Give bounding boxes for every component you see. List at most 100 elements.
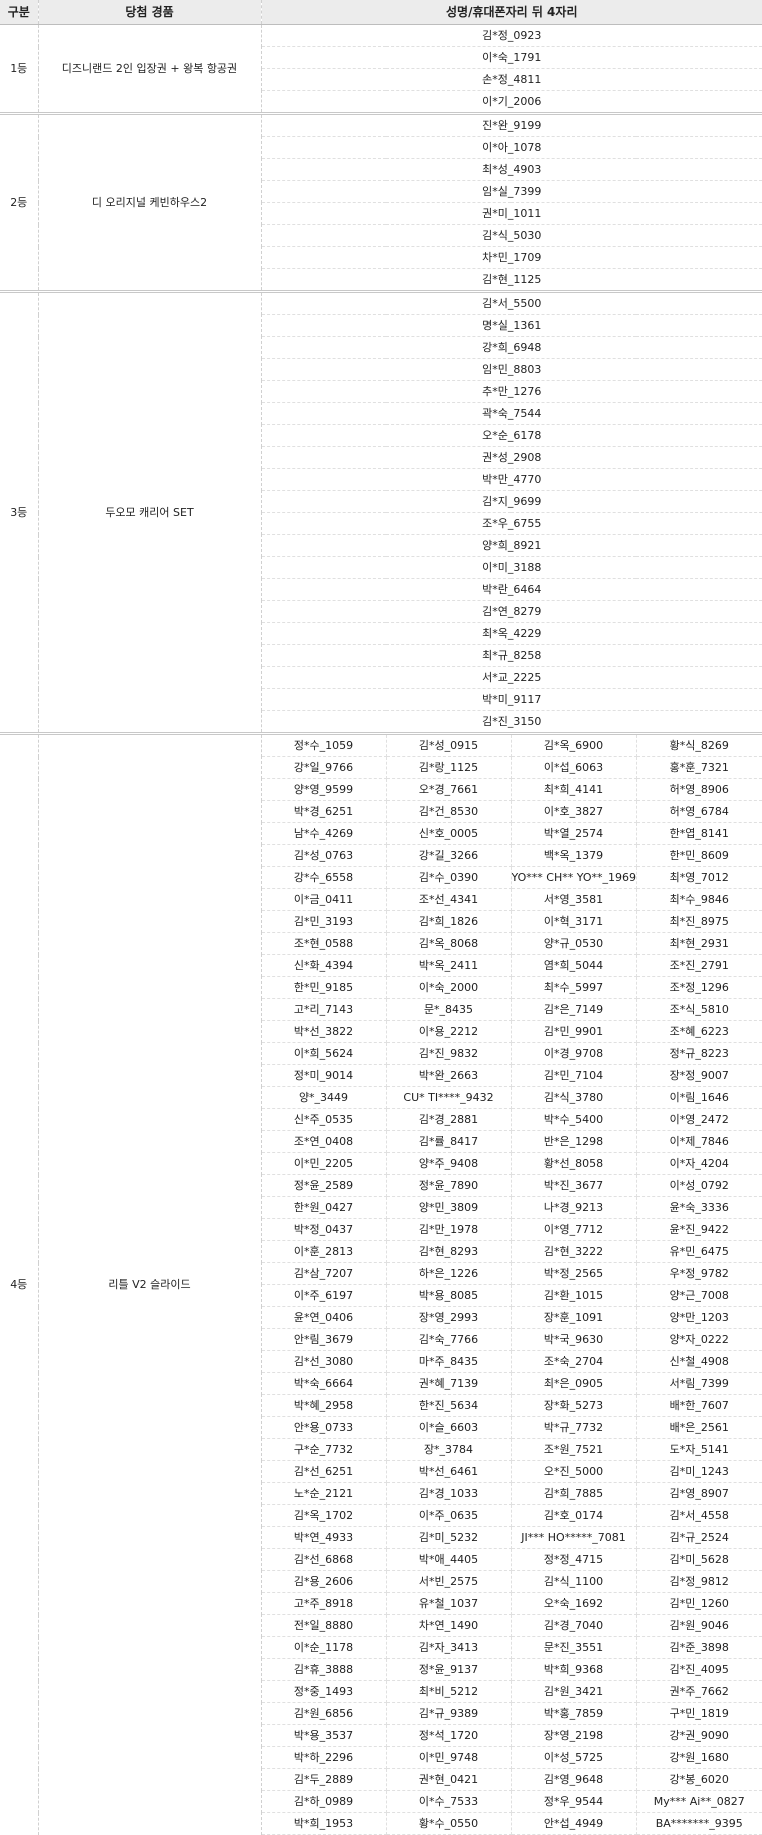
winner-cell: 양*자_0222 [636, 1328, 762, 1351]
winner-cell: 이*혁_3171 [511, 910, 637, 933]
winner-cell: 조*혜_6223 [636, 1020, 762, 1043]
winner-cell: 장*영_2198 [511, 1724, 637, 1747]
winner-cell: 정*미_9014 [261, 1064, 387, 1087]
winner-cell: 김*경_2881 [386, 1108, 512, 1131]
winner-cell: 권*미_1011 [261, 202, 762, 225]
winner-cell: 정*석_1720 [386, 1724, 512, 1747]
prize-cell: 리틀 V2 슬라이드 [38, 732, 262, 1835]
winner-cell: 박*홍_7859 [511, 1702, 637, 1725]
winner-cell: YO*** CH** YO**_1969 [511, 866, 637, 889]
winner-cell: 박*용_3537 [261, 1724, 387, 1747]
winner-cell: 허*영_8906 [636, 778, 762, 801]
winner-cell: 이*슬_6603 [386, 1416, 512, 1439]
winner-cell: 한*진_5634 [386, 1394, 512, 1417]
winner-cell: 김*진_3150 [261, 710, 762, 734]
winner-cell: 박*미_9117 [261, 688, 762, 711]
winner-cell: 명*실_1361 [261, 314, 762, 337]
winner-cell: 김*식_5030 [261, 224, 762, 247]
winner-cell: 백*옥_1379 [511, 844, 637, 867]
winner-cell: 황*식_8269 [636, 732, 762, 757]
winner-cell: 양*주_9408 [386, 1152, 512, 1175]
winner-cell: 강*권_9090 [636, 1724, 762, 1747]
prize-cell: 디 오리지널 케빈하우스2 [38, 112, 262, 292]
winner-cell: 오*경_7661 [386, 778, 512, 801]
winner-cell: 박*열_2574 [511, 822, 637, 845]
winner-cell: 김*옥_8068 [386, 932, 512, 955]
winner-cell: 김*원_9046 [636, 1614, 762, 1637]
winner-cell: 이*제_7846 [636, 1130, 762, 1153]
winner-cell: 허*영_6784 [636, 800, 762, 823]
winner-cell: 최*은_0905 [511, 1372, 637, 1395]
winner-cell: 김*식_3780 [511, 1086, 637, 1109]
winner-cell: 김*영_9648 [511, 1768, 637, 1791]
winner-cell: 이*숙_2000 [386, 976, 512, 999]
winner-cell: 구*순_7732 [261, 1438, 387, 1461]
table-row: 4등 리틀 V2 슬라이드 정*수_1059 김*성_0915 김*옥_6900 황*식_… [0, 732, 762, 1835]
winner-cell: 김*용_2606 [261, 1570, 387, 1593]
winner-cell: 이*희_5624 [261, 1042, 387, 1065]
winner-cell: 박*선_3822 [261, 1020, 387, 1043]
winner-cell: 배*한_7607 [636, 1394, 762, 1417]
winner-cell: 박*진_3677 [511, 1174, 637, 1197]
winners-header: 성명/휴대폰자리 뒤 4자리 [260, 0, 762, 25]
winner-cell: 이*순_1178 [261, 1636, 387, 1659]
winner-cell: 양*규_0530 [511, 932, 637, 955]
winner-cell: 권*혜_7139 [386, 1372, 512, 1395]
winner-cell: 박*경_6251 [261, 800, 387, 823]
winner-cell: 이*자_4204 [636, 1152, 762, 1175]
winner-cell: 임*실_7399 [261, 180, 762, 203]
winner-cell: 김*규_9389 [386, 1702, 512, 1725]
winner-cell: 양*영_9599 [261, 778, 387, 801]
winner-cell: 김*희_1826 [386, 910, 512, 933]
winner-cell: CU* TI****_9432 [386, 1086, 512, 1109]
winner-cell: 김*원_6856 [261, 1702, 387, 1725]
winner-cell: 김*민_3193 [261, 910, 387, 933]
winner-cell: 임*민_8803 [261, 358, 762, 381]
prize-cell: 두오모 캐리어 SET [38, 290, 262, 734]
winner-cell: 김*현_8293 [386, 1240, 512, 1263]
winner-cell: 박*옥_2411 [386, 954, 512, 977]
winner-cell: 김*선_6868 [261, 1548, 387, 1571]
winner-cell: 윤*숙_3336 [636, 1196, 762, 1219]
winner-cell: 김*하_0989 [261, 1790, 387, 1813]
winner-cell: 장*정_9007 [636, 1064, 762, 1087]
winner-cell: 오*진_5000 [511, 1460, 637, 1483]
winner-cell: 김*민_7104 [511, 1064, 637, 1087]
grade-cell: 1등 [0, 24, 39, 114]
winner-cell: 박*희_1953 [261, 1812, 387, 1835]
winner-cell: 김*자_3413 [386, 1636, 512, 1659]
winner-cell: 권*성_2908 [261, 446, 762, 469]
winner-cell: 박*하_2296 [261, 1746, 387, 1769]
winner-cell: 강*봉_6020 [636, 1768, 762, 1791]
winner-cell: 이*경_9708 [511, 1042, 637, 1065]
winner-cell: 김*미_1243 [636, 1460, 762, 1483]
winner-cell: 최*비_5212 [386, 1680, 512, 1703]
winner-cell: 김*성_0763 [261, 844, 387, 867]
winner-cell: 김*민_9901 [511, 1020, 637, 1043]
winner-cell: 양*민_3809 [386, 1196, 512, 1219]
winner-cell: 박*숙_6664 [261, 1372, 387, 1395]
winner-cell: 이*금_0411 [261, 888, 387, 911]
winner-cell: 김*준_3898 [636, 1636, 762, 1659]
winner-cell: 신*주_0535 [261, 1108, 387, 1131]
winner-cell: 김*희_7885 [511, 1482, 637, 1505]
winner-cell: 김*규_2524 [636, 1526, 762, 1549]
winner-cell: 차*연_1490 [386, 1614, 512, 1637]
winner-cell: 김*진_4095 [636, 1658, 762, 1681]
winner-cell: 김*건_8530 [386, 800, 512, 823]
winner-cell: 강*원_1680 [636, 1746, 762, 1769]
winner-cell: 조*진_2791 [636, 954, 762, 977]
winner-cell: 이*영_2472 [636, 1108, 762, 1131]
winner-cell: 최*현_2931 [636, 932, 762, 955]
winner-cell: 홍*훈_7321 [636, 756, 762, 779]
winner-cell: 장*훈_1091 [511, 1306, 637, 1329]
winner-cell: 김*수_0390 [386, 866, 512, 889]
winner-cell: 배*은_2561 [636, 1416, 762, 1439]
winner-cell: 이*민_2205 [261, 1152, 387, 1175]
winner-cell: 조*연_0408 [261, 1130, 387, 1153]
winner-cell: 이*성_5725 [511, 1746, 637, 1769]
winner-cell: 김*미_5232 [386, 1526, 512, 1549]
winner-cell: 박*정_2565 [511, 1262, 637, 1285]
winner-cell: My*** Ai**_0827 [636, 1790, 762, 1813]
winner-cell: 박*수_5400 [511, 1108, 637, 1131]
